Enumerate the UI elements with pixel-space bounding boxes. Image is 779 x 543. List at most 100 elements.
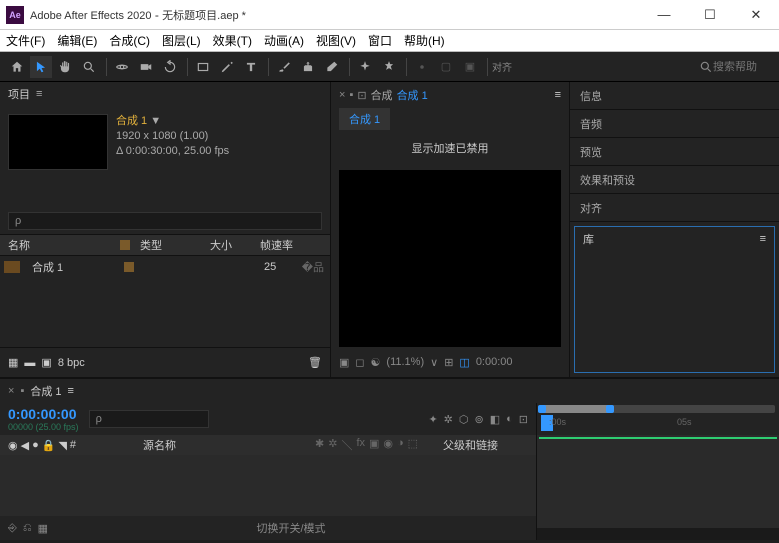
- workspace-label[interactable]: 对齐: [492, 59, 512, 74]
- menu-help[interactable]: 帮助(H): [404, 32, 445, 49]
- info-panel-tab[interactable]: 信息: [570, 82, 779, 110]
- library-tab[interactable]: 库: [583, 231, 594, 247]
- home-icon[interactable]: [6, 56, 28, 78]
- menu-effect[interactable]: 效果(T): [213, 32, 252, 49]
- zoom-value[interactable]: (11.1%): [386, 356, 424, 368]
- timeline-tab[interactable]: 合成 1: [30, 383, 61, 399]
- eraser-tool[interactable]: [321, 56, 343, 78]
- audio-col-icon[interactable]: ◀: [21, 439, 29, 452]
- rectangle-tool[interactable]: [192, 56, 214, 78]
- magnify-icon[interactable]: ▣: [339, 356, 349, 369]
- timeline-zoom-slider[interactable]: [537, 528, 779, 540]
- grid-icon[interactable]: ⊞: [444, 356, 453, 369]
- time-display[interactable]: 0:00:00: [476, 356, 513, 368]
- timeline-rows[interactable]: [0, 455, 536, 516]
- project-search[interactable]: ρ⁣: [8, 212, 322, 230]
- project-row[interactable]: 合成 1 25 �品: [0, 256, 330, 278]
- guides-icon[interactable]: ◫: [459, 356, 469, 369]
- folder-icon[interactable]: ▬: [24, 357, 35, 369]
- search-help-input[interactable]: [713, 61, 773, 73]
- col-size[interactable]: 大小: [210, 237, 260, 253]
- switch-mode-button[interactable]: 切换开关/模式: [54, 520, 528, 536]
- text-tool[interactable]: [240, 56, 262, 78]
- puppet-tool[interactable]: [378, 56, 400, 78]
- orbit-tool[interactable]: [111, 56, 133, 78]
- clone-stamp-tool[interactable]: [297, 56, 319, 78]
- menu-layer[interactable]: 图层(L): [162, 32, 201, 49]
- pen-tool[interactable]: [216, 56, 238, 78]
- rotate-tool[interactable]: [159, 56, 181, 78]
- selection-tool[interactable]: [30, 56, 52, 78]
- preview-panel-tab[interactable]: 预览: [570, 138, 779, 166]
- panel-menu-icon[interactable]: ≡: [68, 385, 74, 397]
- project-thumbnail[interactable]: [8, 114, 108, 170]
- solo-icon[interactable]: ●: [32, 439, 39, 451]
- composition-viewer[interactable]: [339, 170, 561, 347]
- shy-icon[interactable]: ⬡: [459, 413, 469, 426]
- comp-tab[interactable]: 合成 1: [397, 87, 428, 103]
- menu-edit[interactable]: 编辑(E): [57, 32, 97, 49]
- col-name[interactable]: 名称: [0, 237, 120, 253]
- tl-btn-2[interactable]: ✲: [444, 413, 453, 426]
- comp-tab-label: 合成: [371, 87, 393, 103]
- flowchart-tab[interactable]: 合成 1: [339, 108, 390, 130]
- col-type[interactable]: 类型: [140, 237, 210, 253]
- menu-animation[interactable]: 动画(A): [264, 32, 304, 49]
- graph-icon[interactable]: ⊡: [519, 413, 528, 426]
- maximize-button[interactable]: ☐: [687, 0, 733, 30]
- project-tab[interactable]: 项目: [8, 86, 30, 102]
- mask-icon[interactable]: ☯: [371, 356, 381, 369]
- brush-tool[interactable]: [273, 56, 295, 78]
- timeline-ruler[interactable]: :00s 05s: [537, 403, 779, 435]
- frame-blend-icon[interactable]: ▦: [38, 522, 48, 535]
- work-area-bar[interactable]: [539, 437, 777, 439]
- timecode[interactable]: 0:00:00:00: [8, 406, 79, 422]
- tl-btn-1[interactable]: ✦: [428, 413, 437, 426]
- menu-composition[interactable]: 合成(C): [109, 32, 150, 49]
- zoom-tool[interactable]: [78, 56, 100, 78]
- panel-menu-icon[interactable]: ≡: [760, 233, 766, 245]
- effects-panel-tab[interactable]: 效果和预设: [570, 166, 779, 194]
- resolution-icon[interactable]: ◻: [355, 356, 364, 369]
- panel-close-icon[interactable]: ×: [339, 89, 345, 101]
- source-name-col[interactable]: 源名称: [135, 437, 315, 453]
- interpret-icon[interactable]: ▦: [8, 356, 18, 369]
- timeline-navigator[interactable]: [541, 405, 775, 413]
- trash-icon[interactable]: 🗑: [308, 356, 322, 369]
- bpc-button[interactable]: 8 bpc: [58, 357, 85, 369]
- roto-brush-tool[interactable]: [354, 56, 376, 78]
- menu-view[interactable]: 视图(V): [316, 32, 356, 49]
- toolbar-btn-2[interactable]: ▣: [459, 56, 481, 78]
- menu-window[interactable]: 窗口: [368, 32, 392, 49]
- tl-btn-4[interactable]: ◐: [506, 413, 513, 426]
- draft3d-icon[interactable]: ◧: [490, 413, 500, 426]
- menu-file[interactable]: 文件(F): [6, 32, 45, 49]
- parent-col[interactable]: 父级和链接: [435, 437, 536, 453]
- hand-tool[interactable]: [54, 56, 76, 78]
- timeline-tracks[interactable]: [537, 435, 779, 528]
- align-panel-tab[interactable]: 对齐: [570, 194, 779, 222]
- lock-icon[interactable]: ⊡: [357, 89, 366, 102]
- timeline-search[interactable]: ρ⁣: [89, 410, 209, 428]
- search-help[interactable]: [699, 60, 773, 74]
- search-icon: [699, 60, 713, 74]
- panel-close-icon[interactable]: ×: [8, 385, 14, 397]
- timeline-tracks-area[interactable]: :00s 05s: [537, 403, 779, 540]
- close-button[interactable]: ✕: [733, 0, 779, 30]
- col-rate[interactable]: 帧速率: [260, 237, 330, 253]
- col-tag[interactable]: [120, 240, 140, 250]
- audio-panel-tab[interactable]: 音频: [570, 110, 779, 138]
- toolbar-btn-1[interactable]: ▢: [435, 56, 457, 78]
- lock-col-icon[interactable]: 🔒: [42, 439, 56, 452]
- tl-footer-btn-1[interactable]: ⎆: [8, 522, 17, 535]
- panel-menu-icon[interactable]: ≡: [555, 89, 561, 101]
- visibility-icon[interactable]: ◉: [8, 439, 18, 452]
- label-col-icon[interactable]: ◥: [58, 439, 66, 452]
- panel-menu-icon[interactable]: ≡: [36, 88, 42, 100]
- snap-icon[interactable]: [411, 56, 433, 78]
- tl-btn-3[interactable]: ⊚: [475, 413, 484, 426]
- minimize-button[interactable]: —: [641, 0, 687, 30]
- new-comp-icon[interactable]: ▣: [41, 356, 51, 369]
- camera-tool[interactable]: [135, 56, 157, 78]
- tl-footer-btn-2[interactable]: ⎌: [23, 522, 32, 535]
